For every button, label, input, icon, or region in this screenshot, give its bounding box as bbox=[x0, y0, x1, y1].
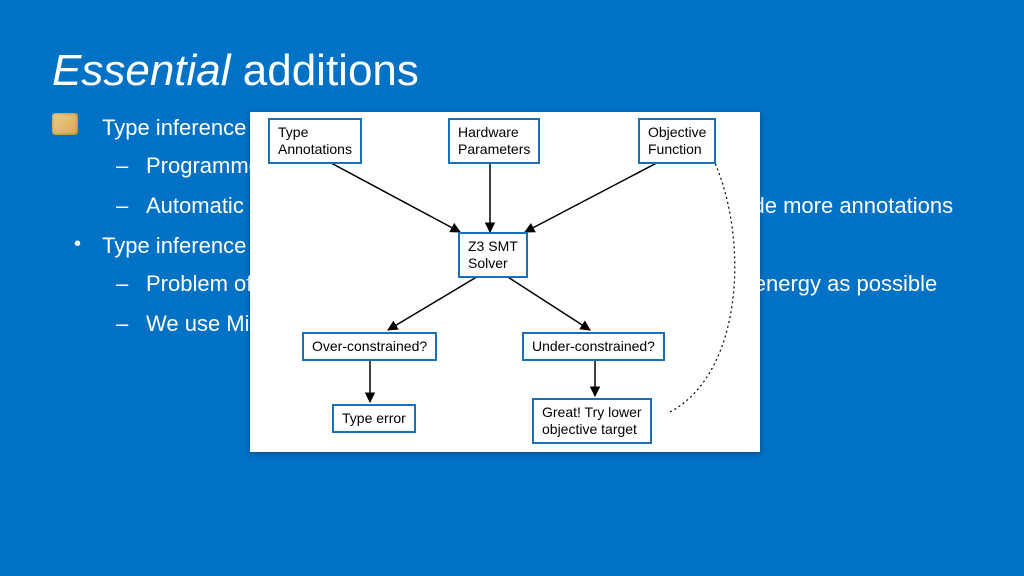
node-objective-function: Objective Function bbox=[638, 118, 716, 164]
node-over-constrained: Over-constrained? bbox=[302, 332, 437, 361]
node-type-annotations: Type Annotations bbox=[268, 118, 362, 164]
node-z3-solver: Z3 SMT Solver bbox=[458, 232, 528, 278]
node-under-constrained: Under-constrained? bbox=[522, 332, 665, 361]
slide: Essential additions Type inference Progr… bbox=[0, 0, 1024, 576]
slide-title: Essential additions bbox=[52, 46, 972, 97]
node-hardware-parameters: Hardware Parameters bbox=[448, 118, 540, 164]
toast-icon bbox=[52, 113, 78, 135]
title-rest: additions bbox=[231, 46, 419, 95]
bullet-1-text: Type inference bbox=[102, 115, 246, 140]
node-lower-objective: Great! Try lower objective target bbox=[532, 398, 652, 444]
flow-diagram: Type Annotations Hardware Parameters Obj… bbox=[250, 112, 760, 452]
title-italic: Essential bbox=[52, 46, 231, 95]
node-type-error: Type error bbox=[332, 404, 416, 433]
